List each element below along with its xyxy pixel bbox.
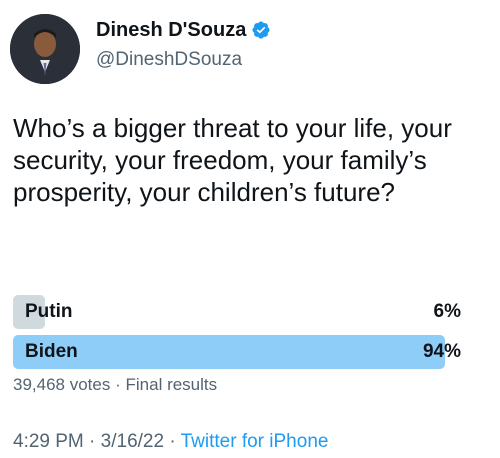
poll-option-label: Putin: [25, 301, 73, 322]
verified-badge-icon: [251, 20, 271, 40]
tweet-date[interactable]: 3/16/22: [101, 431, 164, 452]
tweet-time[interactable]: 4:29 PM: [13, 431, 84, 452]
author-names: Dinesh D'Souza @DineshDSouza: [96, 18, 271, 72]
author-handle[interactable]: @DineshDSouza: [96, 48, 271, 72]
poll-votes: 39,468 votes: [13, 375, 111, 394]
tweet-source-link[interactable]: Twitter for iPhone: [181, 431, 329, 452]
poll-option-percent: 94%: [422, 341, 461, 362]
poll-meta-separator: ·: [115, 375, 121, 394]
poll: Putin 6% Biden 94% 39,468 votes · Final …: [13, 295, 473, 395]
avatar[interactable]: [10, 14, 80, 84]
poll-option-label: Biden: [25, 341, 78, 362]
poll-option-putin: Putin 6%: [13, 295, 473, 329]
poll-meta: 39,468 votes · Final results: [13, 375, 473, 395]
avatar-image: [10, 14, 80, 84]
poll-status: Final results: [125, 375, 218, 394]
poll-bar-biden: [13, 335, 445, 369]
timestamp-separator: ·: [89, 431, 96, 452]
tweet-timestamp: 4:29 PM · 3/16/22 · Twitter for iPhone: [13, 431, 328, 453]
poll-option-percent: 6%: [433, 301, 461, 322]
poll-option-biden: Biden 94%: [13, 335, 473, 369]
tweet-header: Dinesh D'Souza @DineshDSouza: [10, 14, 271, 84]
tweet-text: Who’s a bigger threat to your life, your…: [13, 113, 452, 207]
tweet: Dinesh D'Souza @DineshDSouza Who’s a big…: [0, 0, 500, 458]
author-display-name[interactable]: Dinesh D'Souza: [96, 18, 246, 42]
timestamp-separator: ·: [169, 431, 176, 452]
name-row: Dinesh D'Souza: [96, 18, 271, 42]
